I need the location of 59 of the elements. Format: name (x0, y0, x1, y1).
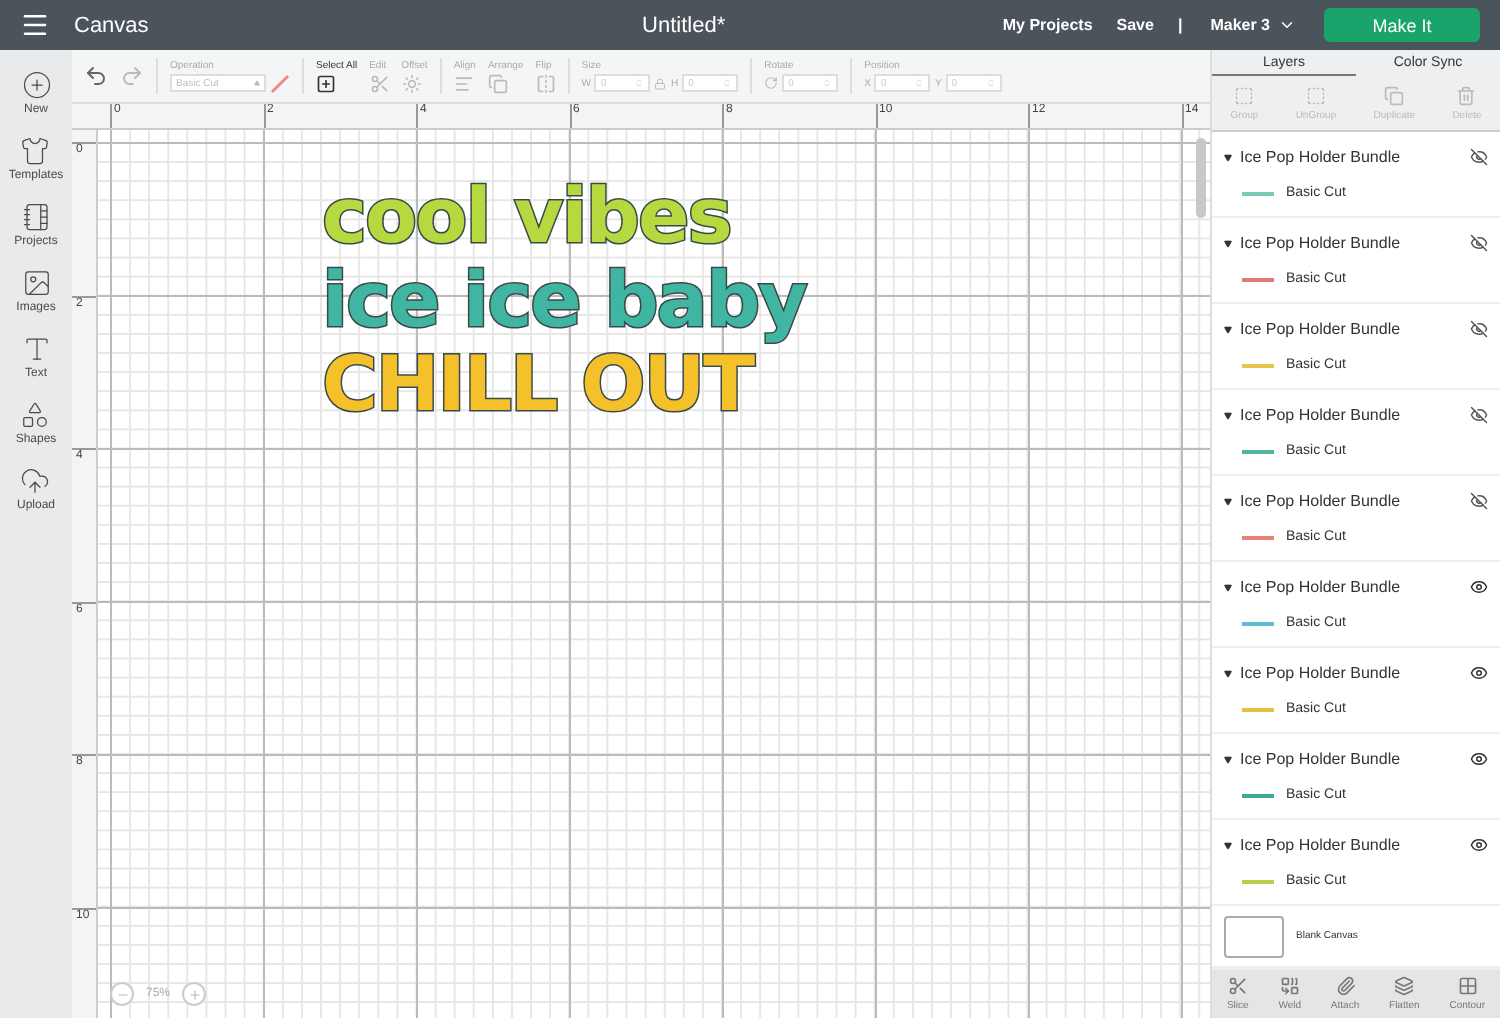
plus-circle-icon (21, 70, 51, 100)
shirt-icon (20, 136, 51, 166)
layer-name: Ice Pop Holder Bundle (1240, 664, 1403, 682)
menu-icon[interactable] (20, 10, 50, 40)
layer-name: Ice Pop Holder Bundle (1240, 750, 1403, 768)
ungroup-icon (1305, 85, 1326, 105)
eye-icon[interactable] (1470, 836, 1488, 854)
plus-icon (187, 987, 202, 1001)
paperclip-icon (1335, 976, 1356, 996)
blank-canvas-swatch[interactable] (1224, 915, 1284, 957)
separator: | (1177, 16, 1183, 34)
layers-icon (1394, 976, 1415, 996)
machine-dropdown[interactable]: Maker 3 (1210, 16, 1296, 34)
undo-icon[interactable] (84, 64, 108, 88)
duplicate-icon (1384, 85, 1405, 105)
notebook-icon (21, 202, 51, 232)
rotate-icon (764, 76, 779, 90)
layer-name: Ice Pop Holder Bundle (1240, 406, 1403, 424)
caret-icon[interactable] (1224, 239, 1232, 247)
caret-icon (254, 80, 260, 86)
layer-name: Ice Pop Holder Bundle (1240, 320, 1403, 338)
eye-off-icon[interactable] (1470, 234, 1488, 252)
chevron-down-icon (1278, 16, 1296, 34)
eye-off-icon[interactable] (1470, 406, 1488, 424)
select-all-icon[interactable] (316, 73, 336, 93)
layer-name: Ice Pop Holder Bundle (1240, 148, 1403, 166)
header-link[interactable]: Save (1116, 16, 1154, 34)
image-icon (21, 268, 51, 298)
caret-icon[interactable] (1224, 153, 1232, 161)
layer-name: Ice Pop Holder Bundle (1240, 492, 1403, 510)
weld-icon (1279, 976, 1300, 996)
text-icon (21, 334, 51, 364)
eye-icon[interactable] (1470, 578, 1488, 596)
app-title: Canvas (74, 13, 149, 37)
eye-off-icon[interactable] (1470, 148, 1488, 166)
grid-icon (1457, 976, 1478, 996)
caret-icon[interactable] (1224, 841, 1232, 849)
eye-off-icon[interactable] (1470, 320, 1488, 338)
layer-name: Ice Pop Holder Bundle (1240, 836, 1403, 854)
cloud-upload-icon (20, 466, 51, 496)
caret-icon[interactable] (1224, 583, 1232, 591)
layer-name: Ice Pop Holder Bundle (1240, 578, 1403, 596)
eye-icon[interactable] (1470, 750, 1488, 768)
eye-icon[interactable] (1470, 664, 1488, 682)
caret-icon[interactable] (1224, 411, 1232, 419)
group-icon (1234, 85, 1255, 105)
scissors-icon (1227, 976, 1248, 996)
eye-off-icon[interactable] (1470, 492, 1488, 510)
scrollbar-thumb[interactable] (1196, 138, 1206, 218)
pen-icon (270, 73, 290, 93)
caret-icon[interactable] (1224, 669, 1232, 677)
caret-icon[interactable] (1224, 325, 1232, 333)
trash-icon (1456, 85, 1477, 105)
caret-icon[interactable] (1224, 755, 1232, 763)
caret-icon[interactable] (1224, 497, 1232, 505)
document-title: Untitled* (640, 13, 728, 37)
header-link[interactable]: My Projects (1002, 16, 1093, 34)
shapes-icon (20, 400, 51, 430)
layer-name: Ice Pop Holder Bundle (1240, 234, 1403, 252)
